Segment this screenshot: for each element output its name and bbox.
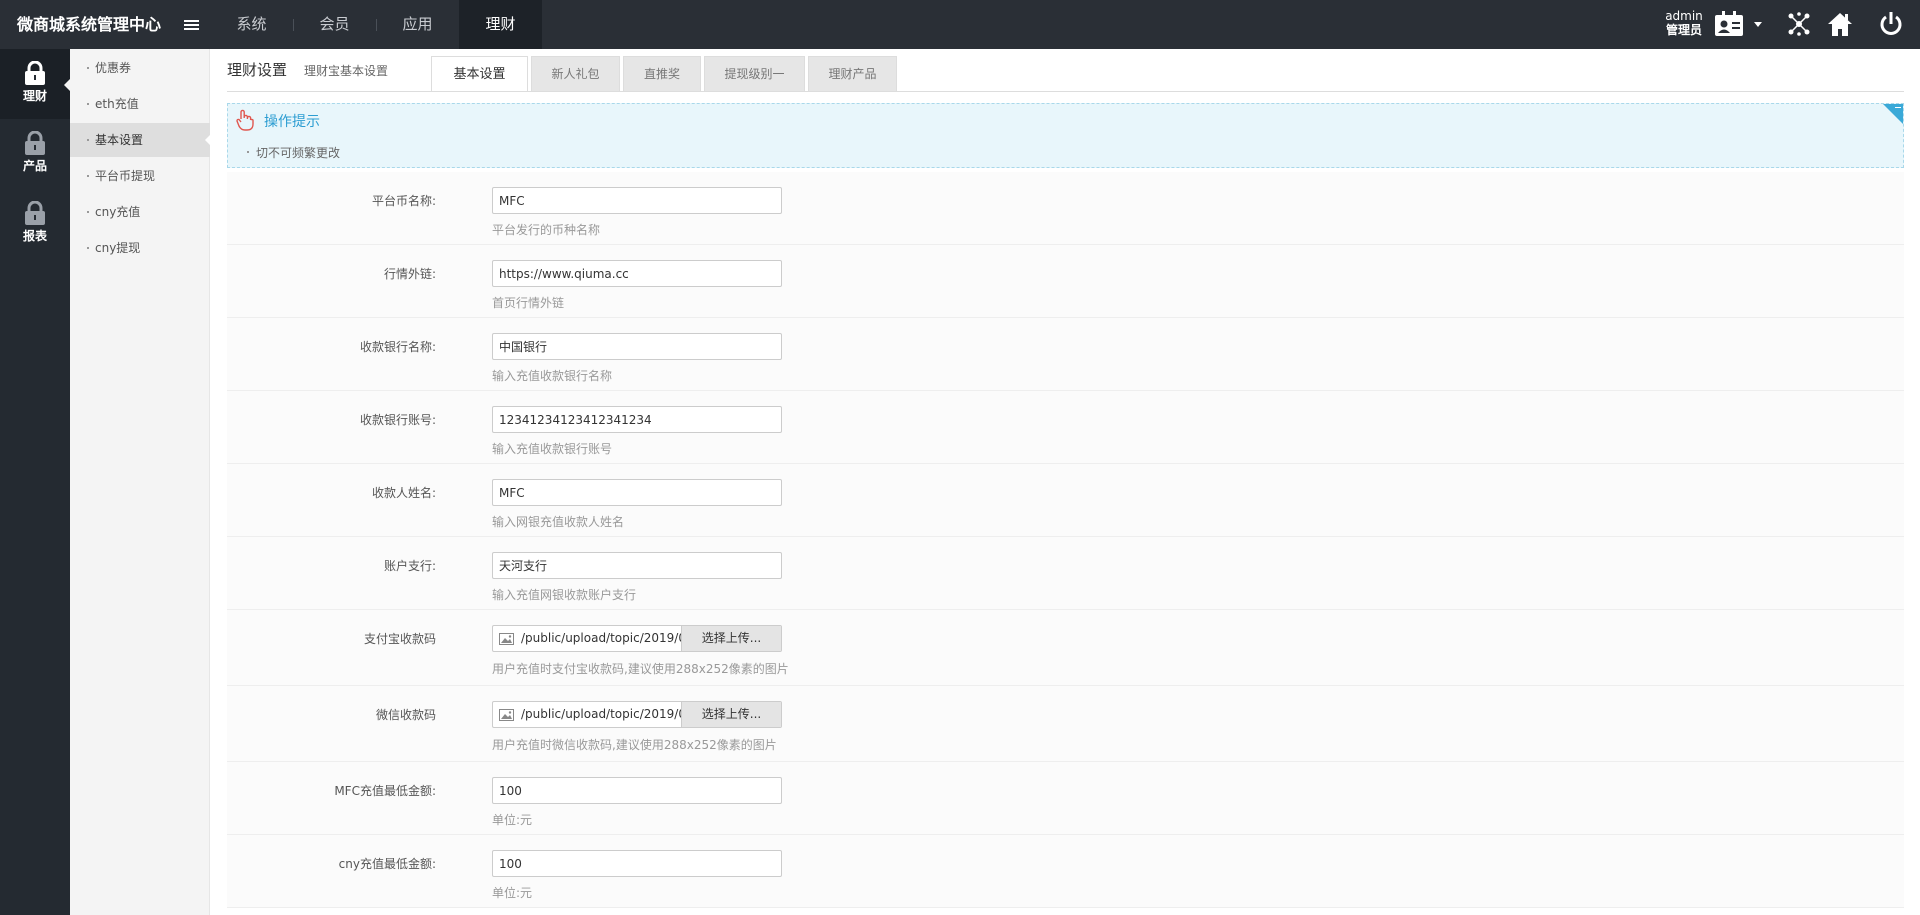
- field-hint: 输入充值收款银行账号: [492, 442, 613, 456]
- form-row: 行情外链: 首页行情外链: [227, 245, 1904, 318]
- home-icon[interactable]: [1827, 11, 1853, 37]
- bank-name-input[interactable]: [492, 333, 782, 360]
- top-nav-finance[interactable]: 理财: [459, 0, 542, 49]
- app-title: 微商城系统管理中心: [17, 15, 162, 34]
- tip-title: 操作提示: [264, 114, 320, 130]
- form-row: 收款银行名称: 输入充值收款银行名称: [227, 318, 1904, 391]
- field-hint: 输入充值收款银行名称: [492, 369, 613, 383]
- field-label: cny充值最低金额:: [338, 857, 436, 871]
- alipay-upload-button[interactable]: 选择上传...: [681, 626, 781, 651]
- tab-newbie-gift[interactable]: 新人礼包: [531, 56, 620, 91]
- wechat-qr-upload[interactable]: /public/upload/topic/2019/0 选择上传...: [492, 701, 782, 728]
- tab-basic-settings[interactable]: 基本设置: [431, 56, 528, 92]
- top-nav: 系统 会员 应用 理财: [210, 0, 542, 49]
- user-name: admin: [1665, 9, 1703, 23]
- form-row: 收款银行账号: 输入充值收款银行账号: [227, 391, 1904, 464]
- page-title: 理财设置: [227, 61, 288, 79]
- field-label: MFC充值最低金额:: [334, 784, 436, 798]
- field-label: 收款银行名称:: [359, 340, 436, 354]
- top-bar: 微商城系统管理中心 系统 会员 应用 理财 admin 管理员: [0, 0, 1920, 49]
- pointing-hand-icon: [236, 109, 254, 131]
- image-icon: [499, 633, 514, 645]
- settings-form: 平台币名称: 平台发行的币种名称 行情外链: 首页行情外链 收款银行名称: 输入…: [227, 172, 1904, 908]
- market-link-input[interactable]: [492, 260, 782, 287]
- top-nav-member[interactable]: 会员: [293, 0, 376, 49]
- form-row: 平台币名称: 平台发行的币种名称: [227, 172, 1904, 245]
- menu-toggle-icon[interactable]: [184, 20, 199, 32]
- left-nav-report[interactable]: 报表: [0, 189, 70, 259]
- field-hint: 单位:元: [492, 886, 533, 900]
- left-nav-label: 产品: [22, 159, 47, 173]
- wechat-upload-button[interactable]: 选择上传...: [681, 702, 781, 727]
- field-label: 收款人姓名:: [371, 486, 436, 500]
- main-content: 理财设置 理财宝基本设置 基本设置 新人礼包 直推奖 提现级别一 理财产品 操作…: [210, 49, 1920, 915]
- mfc-min-input[interactable]: [492, 777, 782, 804]
- lock-icon: [25, 201, 45, 225]
- bank-account-input[interactable]: [492, 406, 782, 433]
- submenu-item-coupon[interactable]: 优惠券: [70, 51, 210, 85]
- alipay-qr-upload[interactable]: /public/upload/topic/2019/0 选择上传...: [492, 625, 782, 652]
- coin-name-input[interactable]: [492, 187, 782, 214]
- page-subtitle: 理财宝基本设置: [304, 64, 389, 78]
- left-nav-product[interactable]: 产品: [0, 119, 70, 189]
- field-label: 支付宝收款码: [363, 632, 436, 646]
- alipay-qr-path: /public/upload/topic/2019/0: [521, 631, 681, 645]
- field-label: 行情外链:: [383, 267, 436, 281]
- form-row: MFC充值最低金额: 单位:元: [227, 762, 1904, 835]
- payee-name-input[interactable]: [492, 479, 782, 506]
- field-hint: 单位:元: [492, 813, 533, 827]
- tab-finance-products[interactable]: 理财产品: [808, 56, 897, 91]
- submenu-item-basic-settings[interactable]: 基本设置: [70, 123, 211, 157]
- form-row: 账户支行: 输入充值网银收款账户支行: [227, 537, 1904, 610]
- left-nav-label: 报表: [22, 229, 47, 243]
- chevron-down-icon[interactable]: [1754, 22, 1762, 27]
- form-row: 微信收款码 /public/upload/topic/2019/0 选择上传..…: [227, 686, 1904, 762]
- cny-min-input[interactable]: [492, 850, 782, 877]
- form-row: 支付宝收款码 /public/upload/topic/2019/0 选择上传.…: [227, 610, 1904, 686]
- id-card-icon[interactable]: [1714, 11, 1744, 37]
- tab-bar: 基本设置 新人礼包 直推奖 提现级别一 理财产品: [431, 56, 900, 92]
- image-icon: [499, 709, 514, 721]
- form-row: cny充值最低金额: 单位:元: [227, 835, 1904, 908]
- field-label: 平台币名称:: [371, 194, 436, 208]
- tip-line: 切不可频繁更改: [246, 146, 341, 160]
- top-nav-system[interactable]: 系统: [210, 0, 293, 49]
- minus-icon: [1895, 107, 1901, 108]
- submenu: 优惠券 eth充值 基本设置 平台币提现 cny充值 cny提现: [70, 49, 211, 915]
- field-hint: 首页行情外链: [492, 296, 565, 310]
- lock-icon: [25, 61, 45, 85]
- wechat-qr-path: /public/upload/topic/2019/0: [521, 707, 681, 721]
- field-hint: 用户充值时微信收款码,建议使用288x252像素的图片: [492, 738, 777, 752]
- user-info[interactable]: admin 管理员: [1662, 9, 1706, 37]
- submenu-item-cny-recharge[interactable]: cny充值: [70, 195, 210, 229]
- submenu-item-coin-withdraw[interactable]: 平台币提现: [70, 159, 210, 193]
- field-label: 微信收款码: [375, 708, 436, 722]
- field-hint: 输入网银充值收款人姓名: [492, 515, 625, 529]
- tab-withdraw-level-one[interactable]: 提现级别一: [704, 56, 805, 91]
- left-nav-finance[interactable]: 理财: [0, 49, 70, 119]
- left-icon-nav: 理财 产品 报表: [0, 49, 70, 915]
- network-icon[interactable]: [1786, 11, 1812, 37]
- field-label: 账户支行:: [383, 559, 436, 573]
- tab-divider: [227, 91, 1904, 92]
- lock-icon: [25, 131, 45, 155]
- field-hint: 输入充值网银收款账户支行: [492, 588, 637, 602]
- left-nav-label: 理财: [22, 89, 47, 103]
- field-hint: 平台发行的币种名称: [492, 223, 601, 237]
- field-label: 收款银行账号:: [359, 413, 436, 427]
- submenu-item-cny-withdraw[interactable]: cny提现: [70, 231, 210, 265]
- form-row: 收款人姓名: 输入网银充值收款人姓名: [227, 464, 1904, 537]
- field-hint: 用户充值时支付宝收款码,建议使用288x252像素的图片: [492, 662, 789, 676]
- top-nav-apps[interactable]: 应用: [376, 0, 459, 49]
- power-icon[interactable]: [1878, 11, 1904, 37]
- tab-direct-reward[interactable]: 直推奖: [623, 56, 701, 91]
- submenu-item-eth-recharge[interactable]: eth充值: [70, 87, 210, 121]
- branch-input[interactable]: [492, 552, 782, 579]
- user-role: 管理员: [1665, 23, 1702, 37]
- tip-panel: 操作提示 切不可频繁更改: [227, 103, 1904, 168]
